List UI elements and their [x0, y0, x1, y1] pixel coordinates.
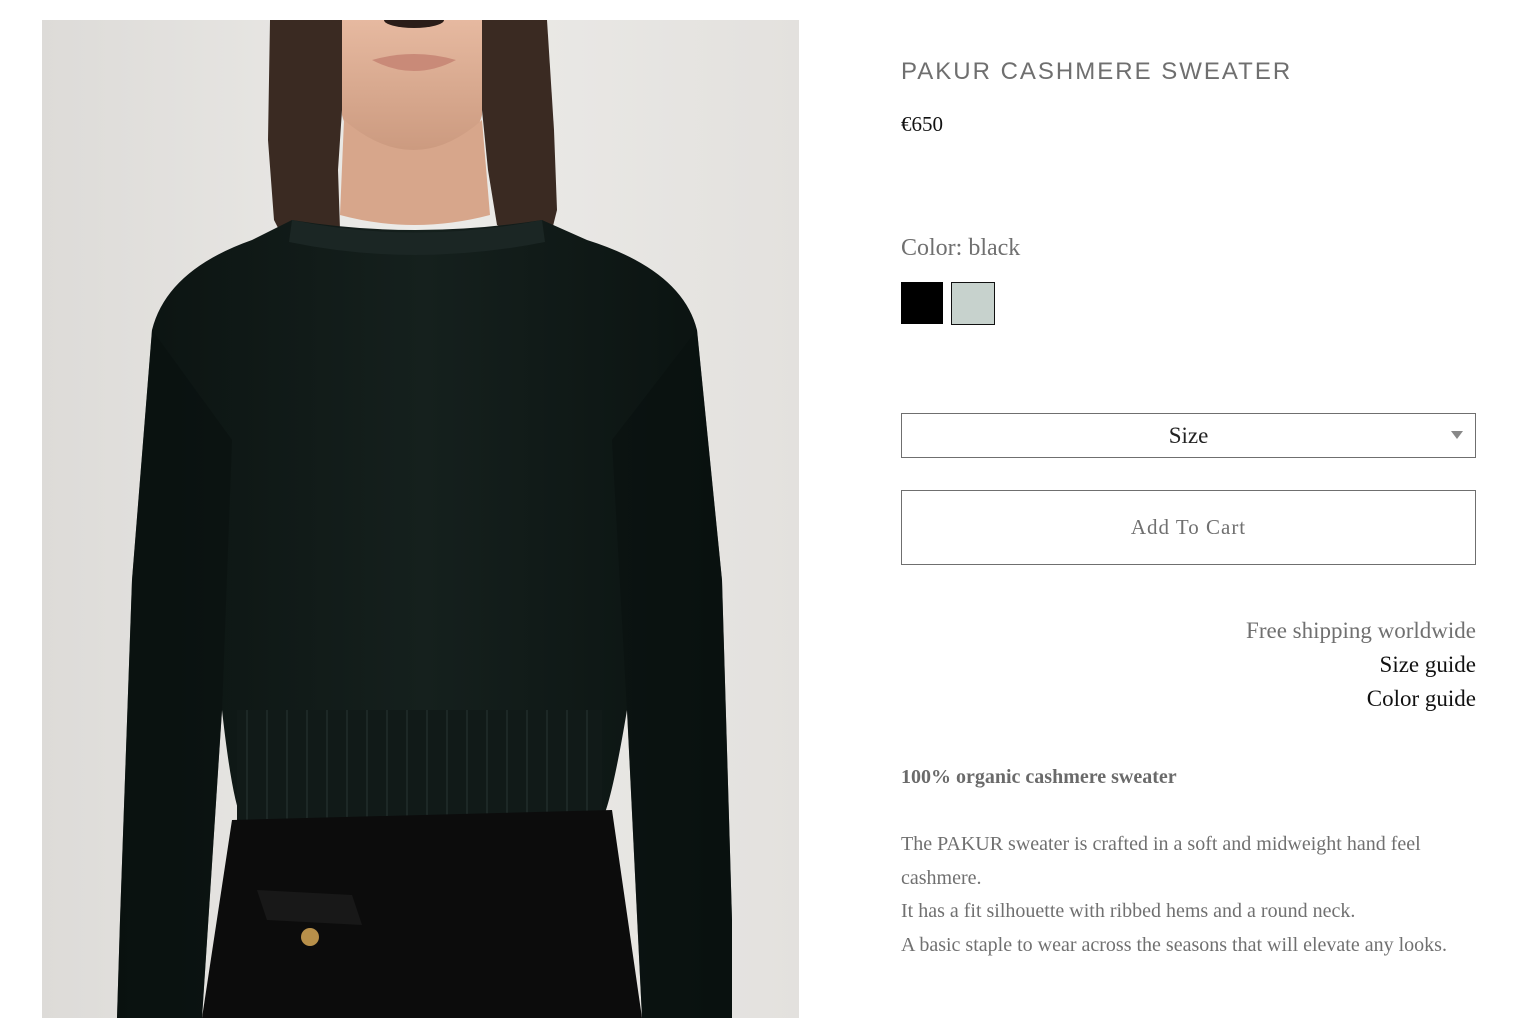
size-guide-link[interactable]: Size guide: [1246, 648, 1476, 682]
add-to-cart-button[interactable]: Add To Cart: [901, 490, 1476, 565]
description-heading: 100% organic cashmere sweater: [901, 766, 1177, 788]
description-paragraph: The PAKUR sweater is crafted in a soft a…: [901, 833, 1421, 889]
color-label: Color: black: [901, 235, 1021, 261]
free-shipping-text: Free shipping worldwide: [1246, 618, 1476, 643]
description-paragraph: It has a fit silhouette with ribbed hems…: [901, 900, 1356, 922]
size-select[interactable]: Size: [901, 413, 1476, 458]
size-select-value: Size: [1168, 422, 1209, 448]
product-title: PAKUR CASHMERE SWEATER: [901, 58, 1293, 85]
swatch-sage[interactable]: [951, 282, 995, 325]
description-paragraph: A basic staple to wear across the season…: [901, 933, 1447, 956]
product-info: PAKUR CASHMERE SWEATER €650 Color: black…: [901, 0, 1476, 1018]
color-guide-link[interactable]: Color guide: [1246, 682, 1476, 716]
description-body: The PAKUR sweater is crafted in a soft a…: [901, 828, 1476, 962]
color-swatches: [901, 282, 995, 325]
chevron-down-icon: [1451, 431, 1463, 439]
info-links: Free shipping worldwide Size guide Color…: [1246, 614, 1476, 716]
swatch-black[interactable]: [901, 282, 943, 324]
product-image[interactable]: [42, 20, 799, 1018]
product-price: €650: [901, 112, 943, 136]
